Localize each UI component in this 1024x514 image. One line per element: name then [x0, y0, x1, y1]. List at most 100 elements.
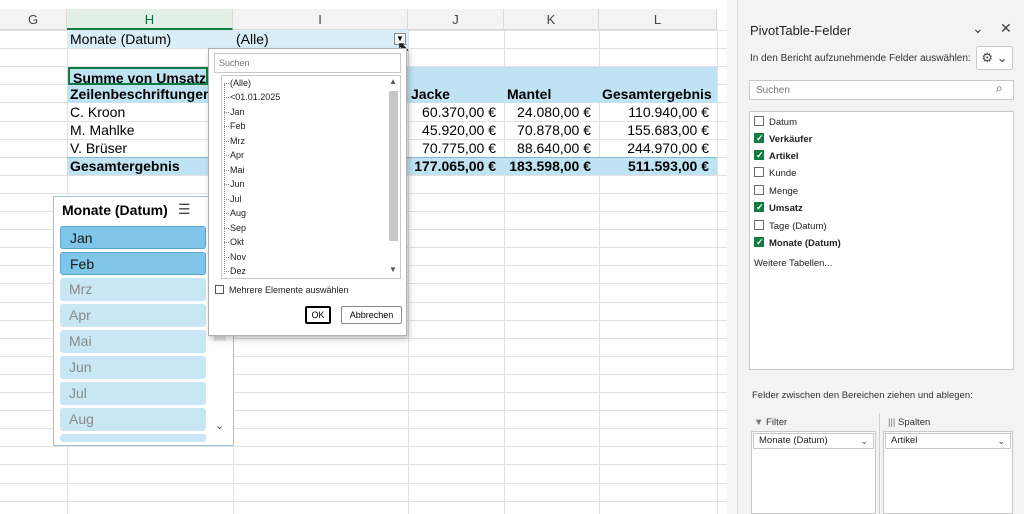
dropdown-scroll-thumb[interactable]: [389, 91, 398, 241]
dropdown-item[interactable]: Jul: [224, 192, 242, 206]
field-item[interactable]: Kunde: [754, 167, 796, 181]
dropdown-item[interactable]: (Alle): [223, 76, 251, 90]
dropdown-item[interactable]: Dez: [223, 264, 246, 278]
checkbox-icon[interactable]: [754, 200, 764, 214]
checkbox-icon[interactable]: [754, 185, 764, 195]
gear-icon[interactable]: ⚙ ⌄: [976, 46, 1013, 70]
dropdown-item[interactable]: Apr: [223, 148, 244, 162]
columns-zone[interactable]: Artikel ⌄: [883, 431, 1013, 514]
search-icon[interactable]: ⌕: [996, 81, 1003, 96]
slicer-item-feb[interactable]: Feb: [60, 252, 206, 275]
value-header-cell[interactable]: Summe von Umsatz: [68, 67, 208, 85]
field-item[interactable]: Menge: [754, 185, 798, 199]
value-cell[interactable]: 155.683,00 €: [599, 121, 717, 139]
slicer-item-apr[interactable]: Apr: [60, 304, 206, 327]
row-label[interactable]: V. Brüser: [67, 139, 208, 157]
value-cell[interactable]: 60.370,00 €: [408, 103, 504, 121]
slicer-item-jan[interactable]: Jan: [60, 226, 206, 249]
field-item[interactable]: Umsatz: [754, 200, 803, 216]
field-label: Monate (Datum): [769, 238, 841, 249]
value-cell[interactable]: 88.640,00 €: [504, 139, 599, 157]
report-filter-value[interactable]: (Alle): [233, 30, 408, 48]
multi-select-checkbox[interactable]: Mehrere Elemente auswählen: [215, 285, 349, 295]
dropdown-item[interactable]: Mrz: [224, 134, 245, 148]
dropdown-search-input[interactable]: [214, 53, 401, 73]
dropdown-item[interactable]: Nov: [223, 250, 246, 264]
field-label: Umsatz: [769, 203, 803, 214]
column-header-j[interactable]: J: [408, 9, 504, 30]
checkbox-icon[interactable]: [754, 131, 764, 145]
dropdown-item[interactable]: Mai: [224, 163, 245, 177]
ok-button[interactable]: OK: [305, 306, 331, 324]
slicer-item-partial[interactable]: [60, 434, 206, 442]
value-cell[interactable]: 244.970,00 €: [599, 139, 717, 157]
slicer-item-jun[interactable]: Jun: [60, 356, 206, 379]
multi-select-icon[interactable]: ☰: [178, 201, 191, 218]
field-item[interactable]: Monate (Datum): [754, 235, 841, 251]
chevron-up-icon[interactable]: ▲: [389, 77, 397, 86]
total-value[interactable]: 511.593,00 €: [599, 157, 717, 175]
field-item[interactable]: Datum: [754, 116, 797, 130]
dropdown-item[interactable]: <01.01.2025: [223, 90, 280, 104]
checkbox-icon[interactable]: [754, 167, 764, 177]
chevron-down-icon[interactable]: ⌄: [997, 434, 1005, 448]
dropdown-item[interactable]: Aug: [223, 206, 246, 220]
value-cell[interactable]: 70.878,00 €: [504, 121, 599, 139]
chevron-down-icon[interactable]: ⌄: [215, 419, 224, 432]
dropdown-item[interactable]: Sep: [223, 221, 246, 235]
field-item[interactable]: Verkäufer: [754, 131, 812, 147]
dropdown-item[interactable]: Jan: [224, 105, 245, 119]
chevron-down-icon[interactable]: ⌄: [972, 20, 984, 37]
total-value[interactable]: 183.598,00 €: [504, 157, 599, 175]
checkbox-icon[interactable]: [754, 116, 764, 126]
column-header-g[interactable]: G: [0, 9, 67, 30]
checkbox-icon[interactable]: [754, 220, 764, 230]
value-cell[interactable]: 70.775,00 €: [408, 139, 504, 157]
value-cell[interactable]: 110.940,00 €: [599, 103, 717, 121]
slicer-monate[interactable]: Monate (Datum) ☰ Jan Feb Mrz Apr Mai Jun…: [53, 196, 234, 446]
col-header-total[interactable]: Gesamtergebnis: [599, 85, 717, 103]
column-header-i[interactable]: I: [233, 9, 408, 30]
slicer-item-jul[interactable]: Jul: [60, 382, 206, 405]
report-filter-label[interactable]: Monate (Datum): [67, 30, 233, 48]
filter-zone-item[interactable]: Monate (Datum) ⌄: [753, 433, 874, 449]
dropdown-item[interactable]: Jun: [224, 177, 245, 191]
close-icon[interactable]: ✕: [1000, 20, 1012, 37]
column-header-k[interactable]: K: [504, 9, 599, 30]
col-header-mantel[interactable]: Mantel: [504, 85, 599, 103]
value-cell[interactable]: 24.080,00 €: [504, 103, 599, 121]
row-label-header[interactable]: Zeilenbeschriftungen: [67, 85, 208, 103]
value-cell[interactable]: 45.920,00 €: [408, 121, 504, 139]
field-search-input[interactable]: [749, 80, 1014, 100]
more-tables-link[interactable]: Weitere Tabellen...: [754, 258, 832, 269]
slicer-item-aug[interactable]: Aug: [60, 408, 206, 431]
filter-zone-title: ▼ Filter: [754, 417, 787, 428]
chevron-down-icon[interactable]: ▼: [389, 265, 397, 274]
checkbox-icon[interactable]: [754, 235, 764, 249]
filter-zone[interactable]: Monate (Datum) ⌄: [751, 431, 876, 514]
column-header-l[interactable]: L: [599, 9, 717, 30]
checkbox-icon[interactable]: [754, 148, 764, 162]
column-header-h[interactable]: H: [67, 9, 233, 30]
checkbox-icon[interactable]: [215, 285, 224, 294]
cancel-button[interactable]: Abbrechen: [341, 306, 402, 324]
dropdown-item-list[interactable]: (Alle) <01.01.2025 Jan Feb Mrz Apr Mai J…: [221, 75, 401, 279]
slicer-item-mai[interactable]: Mai: [60, 330, 206, 353]
pane-splitter[interactable]: [727, 0, 737, 514]
dropdown-item[interactable]: Feb: [224, 119, 246, 133]
slicer-item-mrz[interactable]: Mrz: [60, 278, 206, 301]
total-label[interactable]: Gesamtergebnis: [67, 157, 208, 175]
row-label[interactable]: C. Kroon: [67, 103, 208, 121]
field-item[interactable]: Tage (Datum): [754, 220, 827, 234]
row-label[interactable]: M. Mahlke: [67, 121, 208, 139]
columns-zone-item[interactable]: Artikel ⌄: [885, 433, 1011, 449]
field-list[interactable]: Datum Verkäufer Artikel Kunde Menge Umsa…: [749, 111, 1014, 370]
dropdown-scrollbar[interactable]: ▲ ▼: [388, 77, 399, 277]
dropdown-item[interactable]: Okt: [223, 235, 244, 249]
chevron-down-icon[interactable]: ⌄: [860, 434, 868, 448]
total-value[interactable]: 177.065,00 €: [408, 157, 504, 175]
field-item[interactable]: Artikel: [754, 148, 799, 164]
col-header-jacke[interactable]: Jacke: [408, 85, 504, 103]
filter-dropdown-panel[interactable]: (Alle) <01.01.2025 Jan Feb Mrz Apr Mai J…: [208, 48, 407, 336]
filter-zone-item-label: Monate (Datum): [759, 435, 828, 446]
